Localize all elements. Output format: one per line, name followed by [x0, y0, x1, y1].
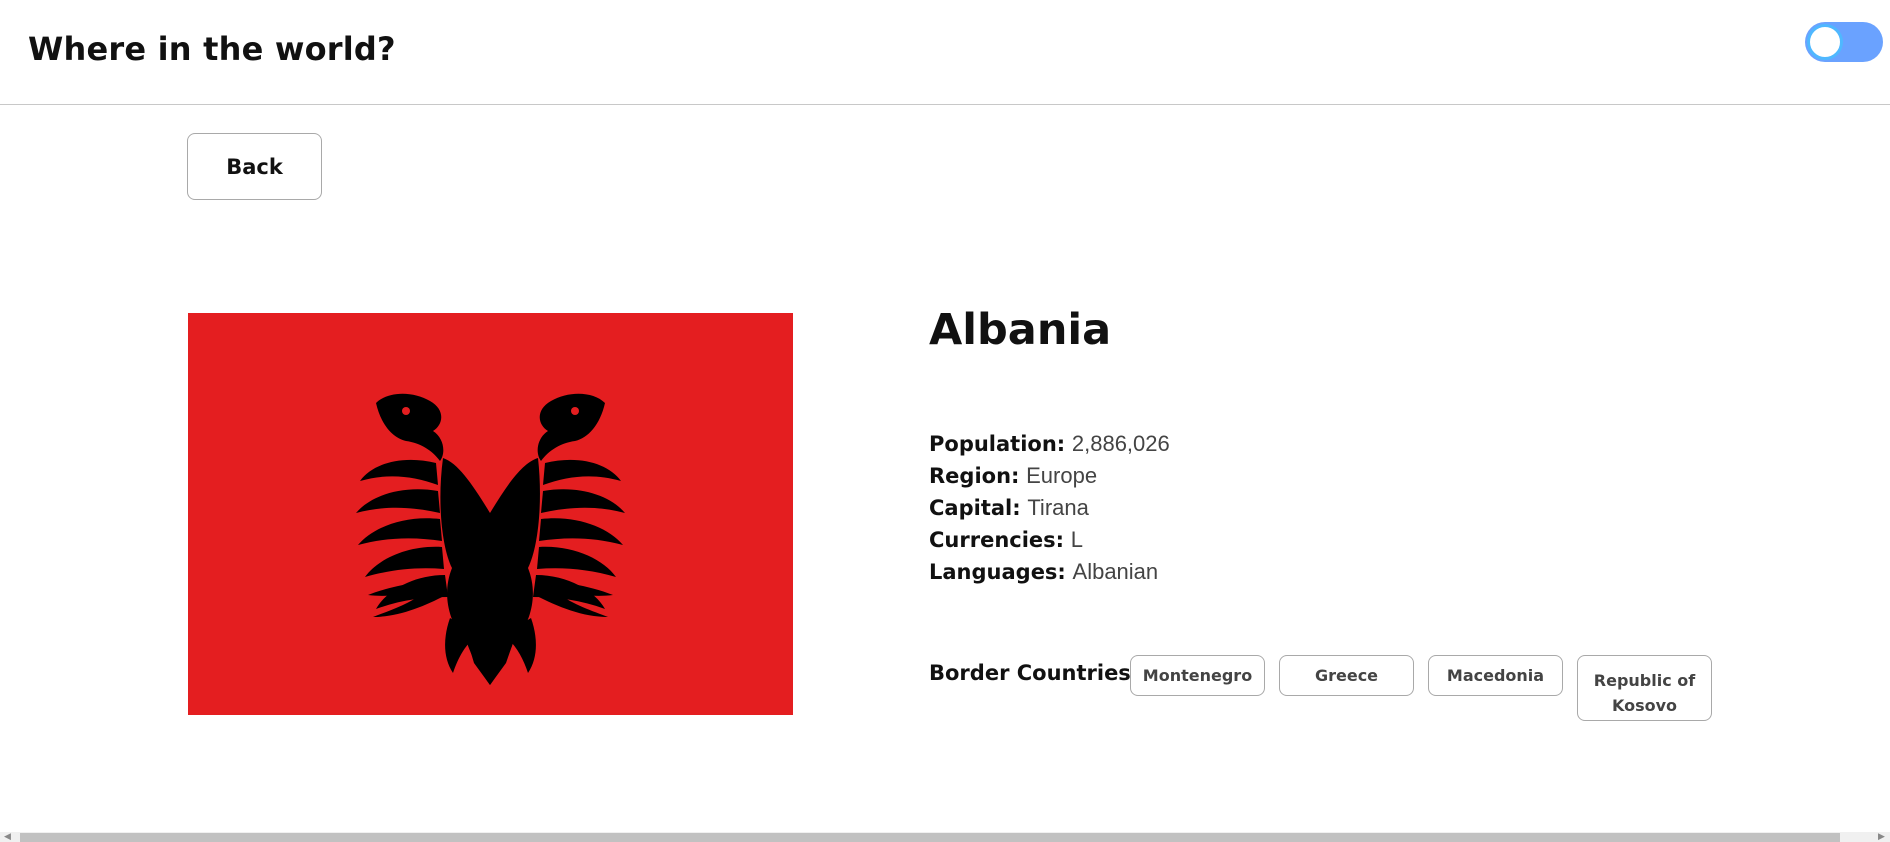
horizontal-scrollbar[interactable]: ◀ ▶ [0, 832, 1890, 842]
scroll-right-icon[interactable]: ▶ [1878, 832, 1885, 842]
fact-capital: Capital: Tirana [929, 492, 1170, 524]
scroll-left-icon[interactable]: ◀ [4, 832, 11, 842]
toggle-knob [1807, 24, 1843, 60]
scrollbar-thumb[interactable] [20, 833, 1840, 842]
fact-label: Languages: [929, 560, 1066, 584]
fact-value: Albanian [1072, 559, 1159, 584]
country-flag [188, 313, 793, 715]
country-facts: Population: 2,886,026 Region: Europe Cap… [929, 428, 1170, 588]
fact-label: Capital: [929, 496, 1021, 520]
double-headed-eagle-icon [356, 393, 625, 685]
fact-label: Population: [929, 432, 1066, 456]
border-countries-label: Border Countries: [929, 661, 1140, 685]
fact-value: Europe [1026, 463, 1098, 488]
fact-value: 2,886,026 [1071, 431, 1170, 456]
back-button[interactable]: Back [187, 133, 322, 200]
fact-label: Currencies: [929, 528, 1065, 552]
fact-value: L [1070, 527, 1083, 552]
fact-label: Region: [929, 464, 1020, 488]
border-country-button[interactable]: Republic of Kosovo [1577, 655, 1712, 721]
fact-region: Region: Europe [929, 460, 1170, 492]
theme-toggle[interactable] [1805, 22, 1883, 62]
app-header: Where in the world? [0, 0, 1890, 105]
app-title: Where in the world? [28, 30, 396, 68]
border-country-button[interactable]: Macedonia [1428, 655, 1563, 696]
fact-value: Tirana [1027, 495, 1089, 520]
fact-languages: Languages: Albanian [929, 556, 1170, 588]
fact-currencies: Currencies: L [929, 524, 1170, 556]
country-name: Albania [929, 305, 1112, 355]
border-country-button[interactable]: Greece [1279, 655, 1414, 696]
fact-population: Population: 2,886,026 [929, 428, 1170, 460]
border-country-button[interactable]: Montenegro [1130, 655, 1265, 696]
